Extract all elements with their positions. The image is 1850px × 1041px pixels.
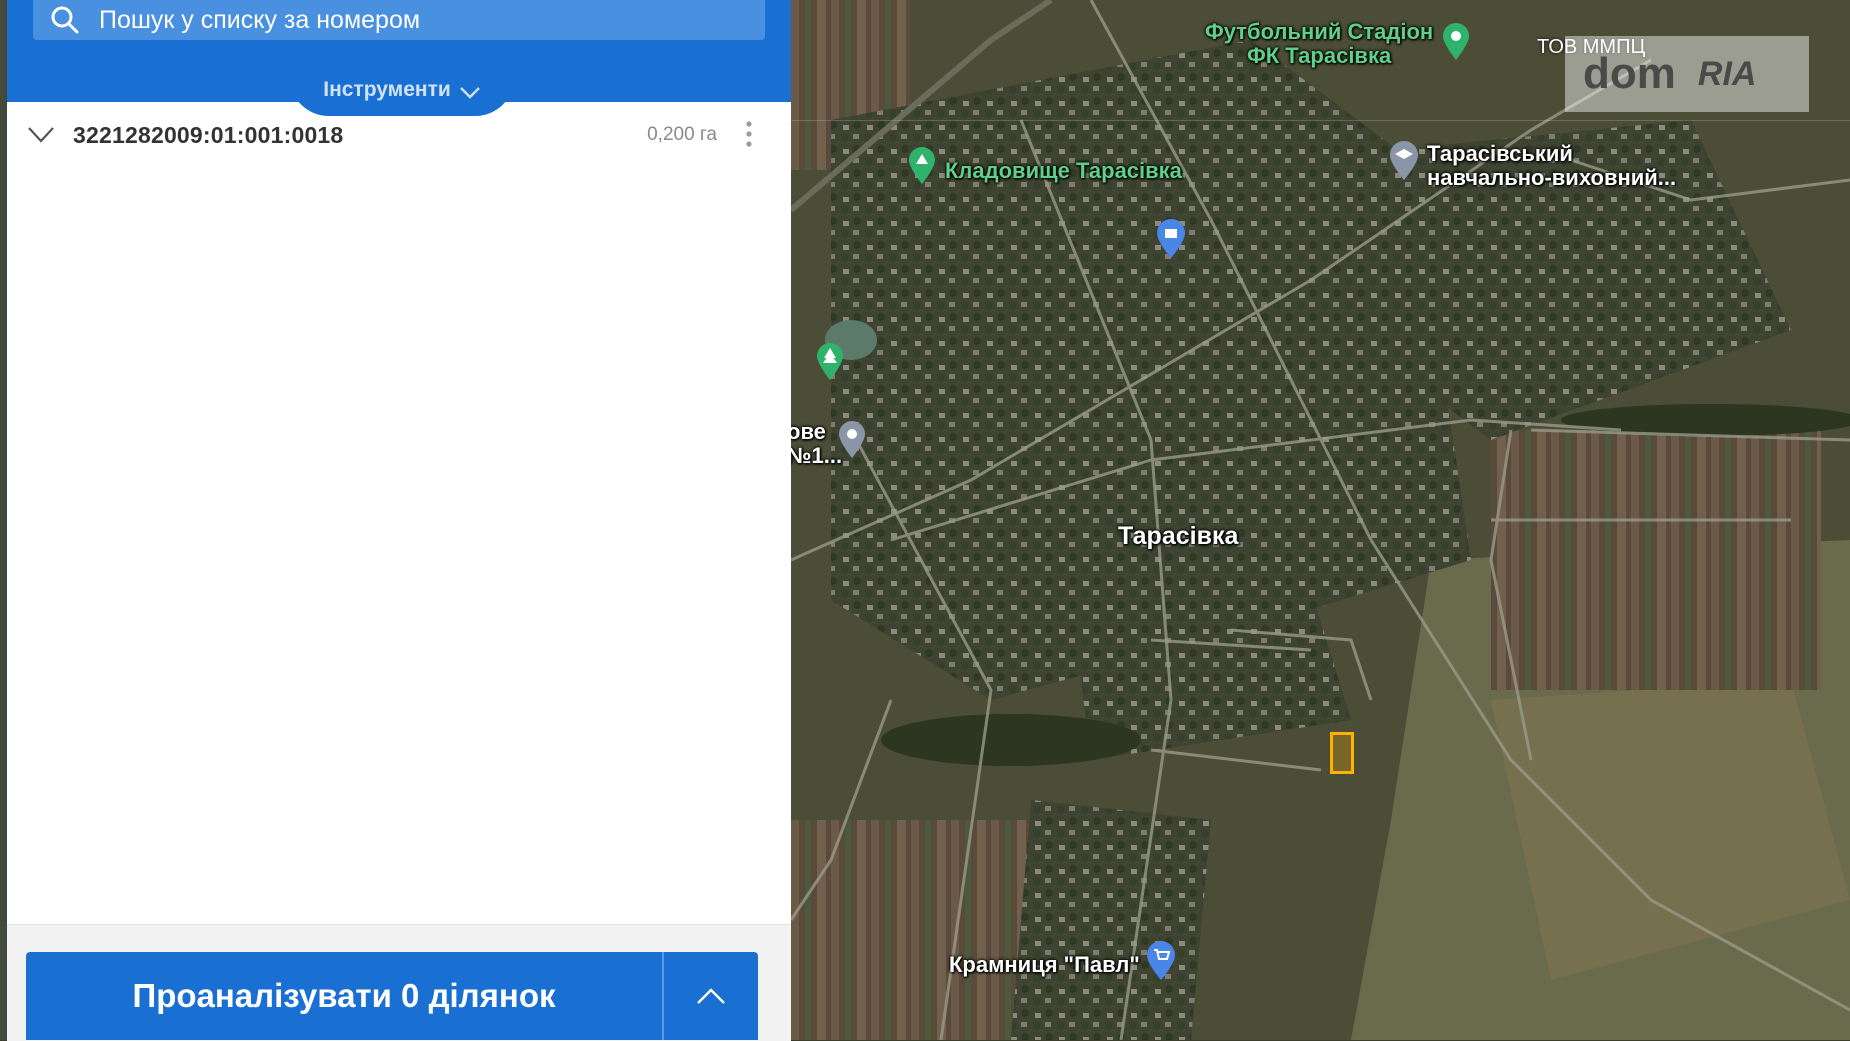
cadastral-number: 3221282009:01:001:0018 (73, 121, 344, 148)
selected-parcel-outline[interactable] (1330, 732, 1354, 774)
map-edge-strip (0, 0, 7, 1040)
place-pin-icon[interactable] (837, 420, 867, 460)
map-label-cemetery[interactable]: Кладовище Тарасівка (945, 158, 1182, 184)
parcel-list-panel: Пошук у списку за номером Інструменти 32… (7, 0, 791, 1041)
stadium-pin-icon[interactable] (1441, 22, 1471, 62)
chevron-down-icon (459, 87, 480, 99)
map-label-village[interactable]: Тарасівка (1118, 522, 1238, 551)
chevron-up-icon (697, 988, 725, 1004)
map-label-shop[interactable]: Крамниця "Павл" (949, 952, 1140, 978)
partial-left-label: ове №1... (791, 419, 843, 468)
cemetery-pin-icon[interactable] (907, 146, 937, 186)
park-pin-icon[interactable] (815, 342, 845, 382)
search-placeholder: Пошук у списку за номером (99, 5, 421, 34)
satellite-imagery (791, 0, 1850, 1040)
map-label-school[interactable]: Тарасівський навчально-виховний... (1427, 142, 1676, 190)
tools-label: Інструменти (323, 78, 451, 101)
watermark-ria: RIA (1697, 54, 1757, 93)
panel-header: Пошук у списку за номером Інструменти (7, 0, 791, 116)
domria-watermark: dom RIA (1565, 36, 1809, 112)
shopping-bag-pin-icon[interactable] (1155, 218, 1187, 260)
map-grid-line (791, 120, 1850, 121)
search-input[interactable]: Пошук у списку за номером (33, 0, 765, 40)
school-pin-icon[interactable] (1387, 140, 1421, 182)
watermark-dom: dom (1583, 49, 1676, 98)
analyze-label: Проаналізувати 0 ділянок (132, 977, 556, 1014)
map-label-partial[interactable]: ове №1... (791, 420, 842, 468)
expand-button[interactable] (664, 952, 758, 1040)
map-label-stadium[interactable]: Футбольний Стадіон ФК Тарасівка (1205, 20, 1433, 68)
stadium-label: Футбольний Стадіон ФК Тарасівка (1205, 19, 1434, 68)
search-icon (51, 6, 79, 34)
more-options-icon[interactable] (745, 120, 753, 148)
shopping-cart-pin-icon[interactable] (1145, 940, 1177, 982)
analyze-button[interactable]: Проаналізувати 0 ділянок (26, 952, 662, 1040)
list-item[interactable]: 3221282009:01:001:0018 0,200 га (7, 110, 791, 160)
school-label: Тарасівський навчально-виховний... (1427, 141, 1677, 190)
parcel-area: 0,200 га (647, 124, 717, 145)
chevron-down-icon[interactable] (27, 126, 55, 144)
satellite-map[interactable]: Футбольний Стадіон ФК Тарасівка Кладовищ… (791, 0, 1850, 1040)
